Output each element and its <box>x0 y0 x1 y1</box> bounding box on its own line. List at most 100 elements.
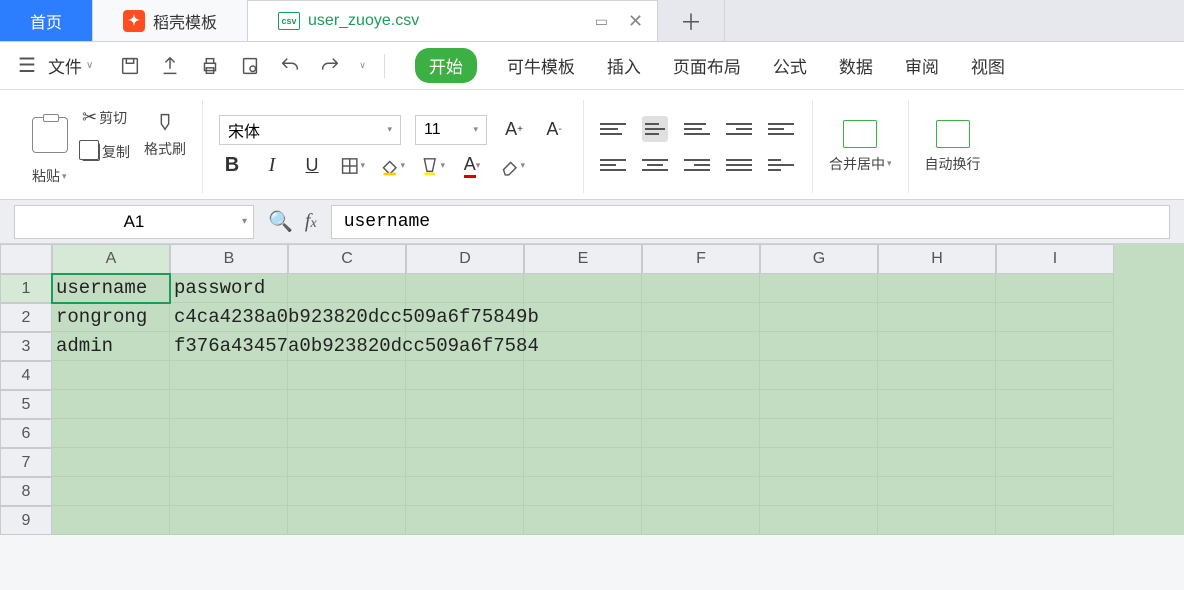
increase-font-button[interactable]: A+ <box>501 117 527 143</box>
cell[interactable] <box>406 419 524 448</box>
cell[interactable] <box>642 274 760 303</box>
ribbon-tab-view[interactable]: 视图 <box>969 47 1007 84</box>
ribbon-tab-review[interactable]: 审阅 <box>903 47 941 84</box>
fx-icon[interactable]: fx <box>305 210 317 233</box>
column-header[interactable]: F <box>642 244 760 274</box>
cell[interactable] <box>642 419 760 448</box>
bold-button[interactable]: B <box>219 153 245 179</box>
cell[interactable] <box>524 477 642 506</box>
cell[interactable] <box>760 361 878 390</box>
cell[interactable] <box>170 390 288 419</box>
cell[interactable] <box>760 274 878 303</box>
cell[interactable] <box>996 506 1114 535</box>
format-painter-button[interactable]: 格式刷 <box>144 139 186 159</box>
cell[interactable] <box>170 419 288 448</box>
eraser-button[interactable]: ▾ <box>499 153 525 179</box>
cell[interactable] <box>878 506 996 535</box>
cell[interactable] <box>288 477 406 506</box>
italic-button[interactable]: I <box>259 153 285 179</box>
save-icon[interactable] <box>119 55 141 77</box>
font-size-select[interactable]: 11▾ <box>415 115 487 145</box>
align-center-button[interactable] <box>642 152 668 178</box>
redo-icon[interactable] <box>319 55 341 77</box>
cell[interactable] <box>52 361 170 390</box>
preview-icon[interactable] <box>239 55 261 77</box>
cell[interactable] <box>642 361 760 390</box>
decrease-font-button[interactable]: A- <box>541 117 567 143</box>
cut-button[interactable]: ✂剪切 <box>82 107 130 128</box>
cell[interactable]: admin <box>52 332 170 361</box>
ribbon-tab-layout[interactable]: 页面布局 <box>671 47 743 84</box>
ribbon-tab-data[interactable]: 数据 <box>837 47 875 84</box>
align-right-button[interactable] <box>684 152 710 178</box>
cell[interactable] <box>406 361 524 390</box>
cell[interactable] <box>878 303 996 332</box>
cell[interactable] <box>170 477 288 506</box>
cell[interactable] <box>760 448 878 477</box>
row-header[interactable]: 6 <box>0 419 52 448</box>
column-header[interactable]: H <box>878 244 996 274</box>
ribbon-tab-start[interactable]: 开始 <box>415 48 477 83</box>
cell[interactable] <box>760 506 878 535</box>
row-header[interactable]: 1 <box>0 274 52 303</box>
cell[interactable] <box>524 448 642 477</box>
tab-templates[interactable]: ✦ 稻壳模板 <box>93 0 248 41</box>
cell[interactable] <box>524 419 642 448</box>
cell[interactable] <box>288 448 406 477</box>
cell[interactable] <box>52 390 170 419</box>
cell[interactable] <box>996 419 1114 448</box>
select-all-corner[interactable] <box>0 244 52 274</box>
row-header[interactable]: 7 <box>0 448 52 477</box>
merge-button[interactable]: 合并居中▾ <box>829 120 892 174</box>
row-header[interactable]: 5 <box>0 390 52 419</box>
cell[interactable] <box>52 448 170 477</box>
cell[interactable] <box>524 274 642 303</box>
copy-button[interactable]: 复制 <box>82 142 130 162</box>
column-header[interactable]: I <box>996 244 1114 274</box>
underline-button[interactable]: U <box>299 153 325 179</box>
align-middle-button[interactable] <box>642 116 668 142</box>
cell[interactable] <box>524 361 642 390</box>
cell[interactable] <box>52 477 170 506</box>
borders-button[interactable]: ▾ <box>339 153 365 179</box>
cell[interactable] <box>996 448 1114 477</box>
cell[interactable] <box>996 274 1114 303</box>
cell[interactable] <box>996 303 1114 332</box>
cell[interactable] <box>760 477 878 506</box>
print-icon[interactable] <box>199 55 221 77</box>
cell[interactable] <box>878 390 996 419</box>
cell[interactable] <box>878 274 996 303</box>
paste-dropdown[interactable]: 粘贴▾ <box>32 166 186 186</box>
cell[interactable] <box>878 477 996 506</box>
cell[interactable] <box>524 506 642 535</box>
file-menu[interactable]: 文件 ∨ <box>48 53 93 78</box>
cell[interactable] <box>406 477 524 506</box>
cell[interactable]: f376a43457a0b923820dcc509a6f7584 <box>170 332 288 361</box>
cell[interactable] <box>996 332 1114 361</box>
align-top-button[interactable] <box>600 116 626 142</box>
row-header[interactable]: 4 <box>0 361 52 390</box>
cell[interactable]: rongrong <box>52 303 170 332</box>
ribbon-tab-formula[interactable]: 公式 <box>771 47 809 84</box>
cell[interactable] <box>170 506 288 535</box>
column-header[interactable]: A <box>52 244 170 274</box>
cell[interactable] <box>642 303 760 332</box>
fill-color-button[interactable]: ▾ <box>379 153 405 179</box>
cell[interactable] <box>760 332 878 361</box>
wrap-button[interactable]: 自动换行 <box>925 120 981 174</box>
cell[interactable] <box>406 274 524 303</box>
cell[interactable] <box>642 506 760 535</box>
row-header[interactable]: 2 <box>0 303 52 332</box>
cell[interactable] <box>288 506 406 535</box>
highlight-button[interactable]: ▾ <box>419 153 445 179</box>
cell[interactable] <box>406 448 524 477</box>
cell[interactable]: password <box>170 274 288 303</box>
cell[interactable] <box>760 390 878 419</box>
align-left-button[interactable] <box>600 152 626 178</box>
cell[interactable] <box>878 448 996 477</box>
qat-more-icon[interactable]: ∨ <box>359 60 366 71</box>
indent-decrease-button[interactable] <box>726 116 752 142</box>
font-color-button[interactable]: A▾ <box>459 153 485 179</box>
export-icon[interactable] <box>159 55 181 77</box>
column-header[interactable]: D <box>406 244 524 274</box>
